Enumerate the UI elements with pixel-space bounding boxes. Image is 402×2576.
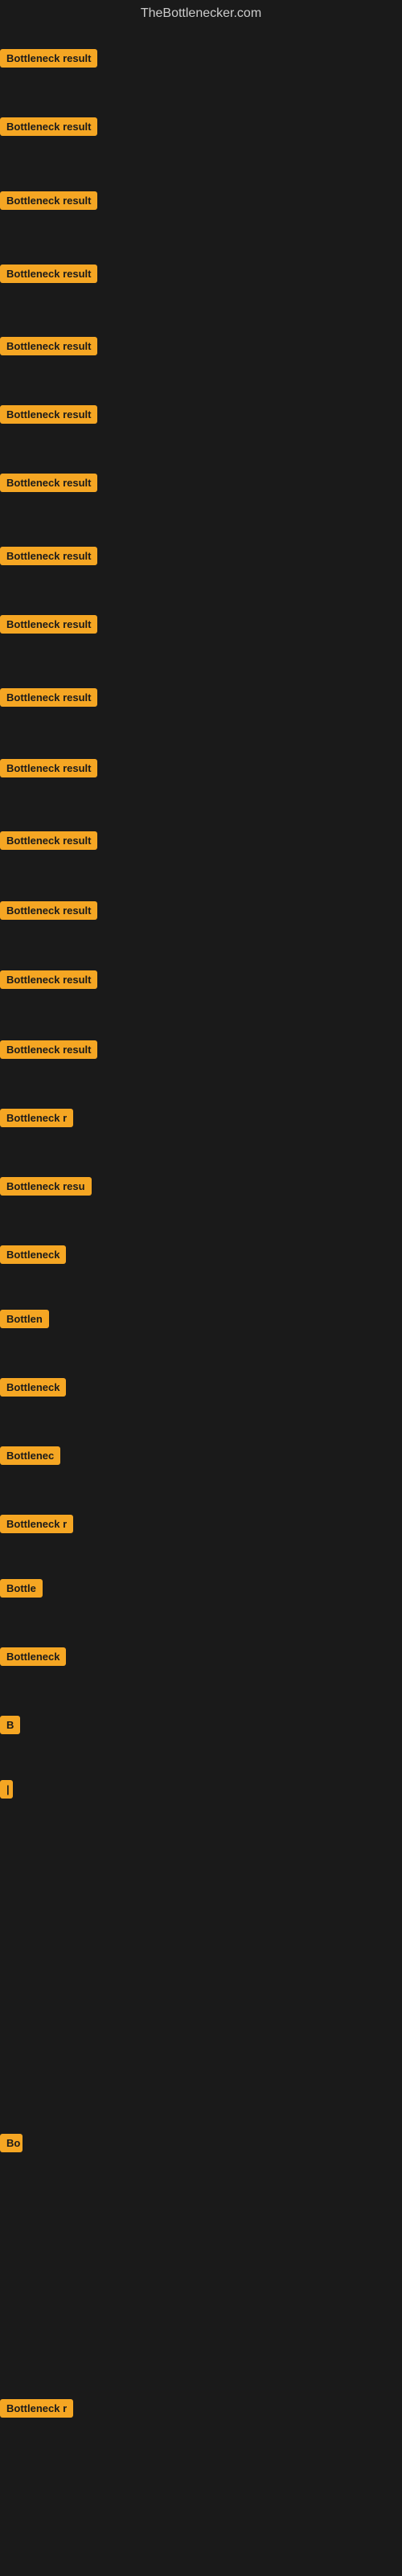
bottleneck-badge: Bottleneck result [0,901,97,920]
bottleneck-result-item: Bottleneck result [0,688,97,711]
bottleneck-badge: Bottleneck [0,1647,66,1666]
bottleneck-result-item: Bottleneck result [0,901,97,924]
bottleneck-badge: Bottleneck result [0,474,97,492]
bottleneck-badge: Bottleneck [0,1378,66,1397]
bottleneck-result-item: Bottleneck result [0,547,97,569]
bottleneck-badge: Bottleneck result [0,117,97,136]
bottleneck-badge: Bottleneck result [0,191,97,210]
bottleneck-result-item: Bottleneck result [0,759,97,781]
bottleneck-result-item: Bottleneck result [0,49,97,72]
bottleneck-badge: Bo [0,2134,23,2152]
bottleneck-badge: Bottleneck r [0,1515,73,1533]
bottleneck-badge: Bottleneck r [0,1109,73,1127]
bottleneck-badge: Bottleneck result [0,688,97,707]
bottleneck-result-item: Bottleneck r [0,1109,73,1131]
bottleneck-badge: Bottleneck result [0,615,97,634]
bottleneck-result-item: Bottleneck r [0,2399,73,2422]
bottleneck-result-item: Bottleneck result [0,265,97,287]
bottleneck-badge: Bottleneck result [0,265,97,283]
bottleneck-badge: Bottleneck result [0,405,97,424]
bottleneck-result-item: Bottleneck result [0,831,97,854]
bottleneck-badge: Bottlenec [0,1446,60,1465]
bottleneck-badge: Bottleneck result [0,1040,97,1059]
bottleneck-result-item: Bo [0,2134,23,2156]
bottleneck-result-item: | [0,1780,13,1803]
bottleneck-badge: | [0,1780,13,1799]
bottleneck-badge: Bottleneck [0,1245,66,1264]
bottleneck-result-item: Bottleneck resu [0,1177,92,1200]
bottleneck-result-item: Bottleneck r [0,1515,73,1537]
bottleneck-result-item: Bottleneck result [0,117,97,140]
bottleneck-badge: Bottlen [0,1310,49,1328]
bottleneck-badge: Bottleneck r [0,2399,73,2418]
bottleneck-result-item: Bottleneck result [0,615,97,638]
bottleneck-badge: Bottleneck result [0,337,97,355]
bottleneck-result-item: Bottlen [0,1310,49,1332]
bottleneck-badge: Bottleneck result [0,831,97,850]
bottleneck-badge: Bottleneck resu [0,1177,92,1196]
bottleneck-badge: Bottleneck result [0,970,97,989]
bottleneck-result-item: Bottleneck [0,1245,66,1268]
bottleneck-result-item: Bottleneck result [0,405,97,428]
bottleneck-badge: Bottleneck result [0,49,97,68]
bottleneck-result-item: Bottleneck [0,1378,66,1401]
bottleneck-badge: Bottleneck result [0,547,97,565]
bottleneck-result-item: Bottleneck result [0,191,97,214]
bottleneck-result-item: Bottleneck result [0,1040,97,1063]
bottleneck-result-item: Bottle [0,1579,43,1602]
bottleneck-result-item: Bottleneck result [0,970,97,993]
bottleneck-result-item: Bottleneck result [0,337,97,359]
site-title: TheBottlenecker.com [0,0,402,27]
bottleneck-result-item: Bottleneck [0,1647,66,1670]
bottleneck-result-item: Bottlenec [0,1446,60,1469]
bottleneck-badge: Bottleneck result [0,759,97,777]
bottleneck-badge: Bottle [0,1579,43,1598]
bottleneck-result-item: Bottleneck result [0,474,97,496]
bottleneck-badge: B [0,1716,20,1734]
bottleneck-result-item: B [0,1716,20,1738]
